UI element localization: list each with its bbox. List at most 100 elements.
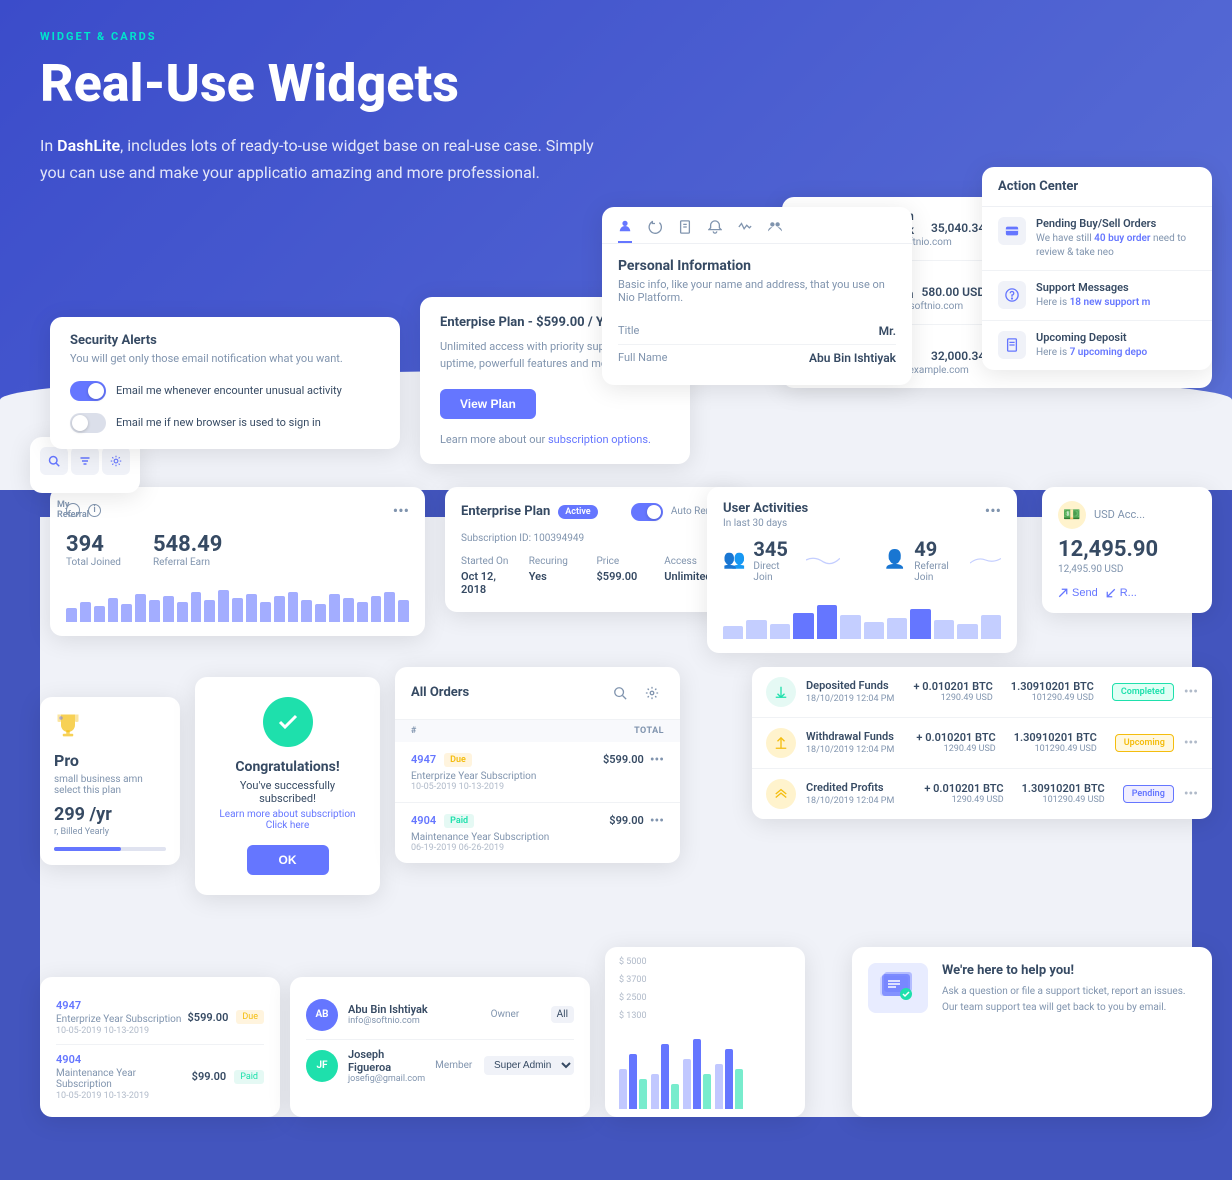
settings-icon[interactable]: [102, 447, 130, 475]
invoice-name-2: Maintenance Year Subscription: [56, 1068, 192, 1090]
order-num-1: 4947: [411, 753, 436, 766]
order-num-2: 4904: [411, 814, 436, 827]
subscription-details: Started On Oct 12, 2018 Recuring Yes Pri…: [461, 556, 724, 596]
transaction-menu-2[interactable]: •••: [1184, 735, 1198, 751]
pic-field-fullname: Full Name Abu Bin Ishtiyak: [618, 345, 896, 371]
transaction-status-1: Completed: [1112, 683, 1174, 701]
invoice-name-1: Enterprize Year Subscription: [56, 1014, 181, 1025]
help-title: We're here to help you!: [942, 963, 1196, 978]
invoice-status-1: Due: [236, 1010, 264, 1024]
card-icon: [998, 217, 1026, 245]
security-title: Security Alerts: [70, 333, 380, 348]
withdraw-icon: [766, 728, 796, 758]
invoice-amount-2: $99.00: [192, 1070, 227, 1083]
info-icon: i: [88, 504, 101, 517]
filter-icon[interactable]: [71, 447, 99, 475]
member-name-1: Abu Bin Ishtiyak: [348, 1003, 481, 1016]
chart-label-2: $ 3700: [619, 975, 647, 985]
chart-label-3: $ 2500: [619, 993, 647, 1003]
member-role-1: Owner: [491, 1009, 541, 1020]
member-access-select-2[interactable]: Super Admin Admin Member: [484, 1056, 574, 1075]
ac-item-support[interactable]: Support Messages Here is 18 new support …: [982, 271, 1212, 321]
ok-button[interactable]: OK: [247, 845, 329, 875]
section-label: WIDGET & CARDS: [40, 30, 1192, 43]
auto-renew-toggle[interactable]: [631, 503, 663, 521]
tab-profile[interactable]: [618, 219, 632, 243]
member-access-1: All: [551, 1006, 574, 1023]
invoices-bottom-card: 4947 Enterprize Year Subscription 10-05-…: [40, 977, 280, 1117]
trans-date-3: 18/10/2019 12:04 PM: [806, 796, 914, 806]
activities-menu[interactable]: •••: [985, 501, 1001, 520]
ac-orders-title: Pending Buy/Sell Orders: [1036, 217, 1196, 230]
member-email-1: info@softnio.com: [348, 1016, 481, 1026]
pro-desc: small business amn select this plan: [54, 774, 166, 796]
congrats-title: Congratulations!: [211, 759, 364, 775]
member-row-2: JF Joseph Figueroa josefig@gmail.com Mem…: [306, 1040, 574, 1092]
congrats-link[interactable]: Learn more about subscription Click here: [211, 809, 364, 831]
toggle-label-1: Email me whenever encounter unusual acti…: [116, 384, 342, 397]
transaction-row-1[interactable]: Deposited Funds 18/10/2019 12:04 PM + 0.…: [752, 667, 1212, 718]
pic-title: Personal Information: [618, 258, 896, 274]
members-card: AB Abu Bin Ishtiyak info@softnio.com Own…: [290, 977, 590, 1117]
activity-stat-referral: 👤 49 Referral Join: [884, 537, 1001, 583]
orders-title: All Orders: [411, 685, 469, 700]
pic-desc: Basic info, like your name and address, …: [618, 278, 896, 304]
orders-col-total: TOTAL: [634, 726, 664, 736]
subscription-id: Subscription ID: 100394949: [461, 533, 724, 544]
member-name-2: Joseph Figueroa: [348, 1048, 425, 1074]
activities-title: User Activities: [723, 501, 808, 516]
order-row-2[interactable]: 4904 Paid $99.00 ••• Maintenance Year Su…: [395, 803, 680, 863]
invoice-amount-1: $599.00: [188, 1011, 229, 1024]
member-avatar-1: AB: [306, 999, 338, 1031]
referral-menu[interactable]: •••: [393, 501, 409, 520]
transaction-row-2[interactable]: Withdrawal Funds 18/10/2019 12:04 PM + 0…: [752, 718, 1212, 769]
usd-send-button[interactable]: Send: [1058, 587, 1098, 599]
order-row-1[interactable]: 4947 Due $599.00 ••• Enterprize Year Sub…: [395, 742, 680, 803]
pro-billing: r, Billed Yearly: [54, 827, 166, 837]
order-menu-1[interactable]: •••: [650, 752, 664, 768]
tab-team[interactable]: [768, 219, 782, 243]
orders-search-icon[interactable]: [608, 681, 632, 705]
referral-joined: 394 Total Joined: [66, 532, 121, 568]
orders-settings-icon[interactable]: [640, 681, 664, 705]
toggle-unusual-activity[interactable]: [70, 381, 106, 401]
trans-date-2: 18/10/2019 12:04 PM: [806, 745, 906, 755]
transaction-row-3[interactable]: Credited Profits 18/10/2019 12:04 PM + 0…: [752, 769, 1212, 819]
ac-deposit-title: Upcoming Deposit: [1036, 331, 1196, 344]
tab-bell[interactable]: [708, 219, 722, 243]
view-plan-button[interactable]: View Plan: [440, 389, 536, 419]
ac-support-title: Support Messages: [1036, 281, 1196, 294]
subscription-link[interactable]: subscription options.: [548, 433, 651, 446]
question-icon: [998, 281, 1026, 309]
search-icon[interactable]: [40, 447, 68, 475]
transactions-card: Deposited Funds 18/10/2019 12:04 PM + 0.…: [752, 667, 1212, 819]
ac-item-orders[interactable]: Pending Buy/Sell Orders We have still 40…: [982, 207, 1212, 271]
help-card: We're here to help you! Ask a question o…: [852, 947, 1212, 1117]
tab-document[interactable]: [678, 219, 692, 243]
trans-btc-total-3: 1.30910201 BTC: [1022, 782, 1105, 795]
tab-refresh[interactable]: [648, 219, 662, 243]
chart-label-1: $ 5000: [619, 957, 647, 967]
enterprise-subscription-card: Enterprise Plan Active Auto Renew Subscr…: [445, 487, 740, 612]
invoice-dates-1: 10-05-2019 10-13-2019: [56, 1026, 181, 1036]
toggle-row-2: Email me if new browser is used to sign …: [70, 413, 380, 433]
trans-title-3: Credited Profits: [806, 781, 914, 794]
tab-activity[interactable]: [738, 219, 752, 243]
trans-usd-in-1: 1290.49 USD: [914, 693, 993, 703]
ac-item-deposit[interactable]: Upcoming Deposit Here is 7 upcoming depo: [982, 321, 1212, 370]
pro-price: 299 /yr: [54, 804, 166, 825]
ac-deposit-desc: Here is 7 upcoming depo: [1036, 346, 1196, 360]
toggle-new-browser[interactable]: [70, 413, 106, 433]
orders-col-num: #: [411, 726, 417, 736]
toggle-row-1: Email me whenever encounter unusual acti…: [70, 381, 380, 401]
invoice-dates-2: 10-05-2019 10-13-2019: [56, 1091, 192, 1101]
transaction-menu-3[interactable]: •••: [1184, 786, 1198, 802]
usd-receive-button[interactable]: R...: [1106, 587, 1137, 599]
personal-info-card: Personal Information Basic info, like yo…: [602, 207, 912, 385]
order-price-2: $99.00: [609, 814, 644, 827]
trans-usd-total-3: 101290.49 USD: [1022, 795, 1105, 805]
order-menu-2[interactable]: •••: [650, 813, 664, 829]
enterprise-link: Learn more about our subscription option…: [440, 433, 670, 446]
transaction-menu-1[interactable]: •••: [1184, 684, 1198, 700]
trans-title-2: Withdrawal Funds: [806, 730, 906, 743]
